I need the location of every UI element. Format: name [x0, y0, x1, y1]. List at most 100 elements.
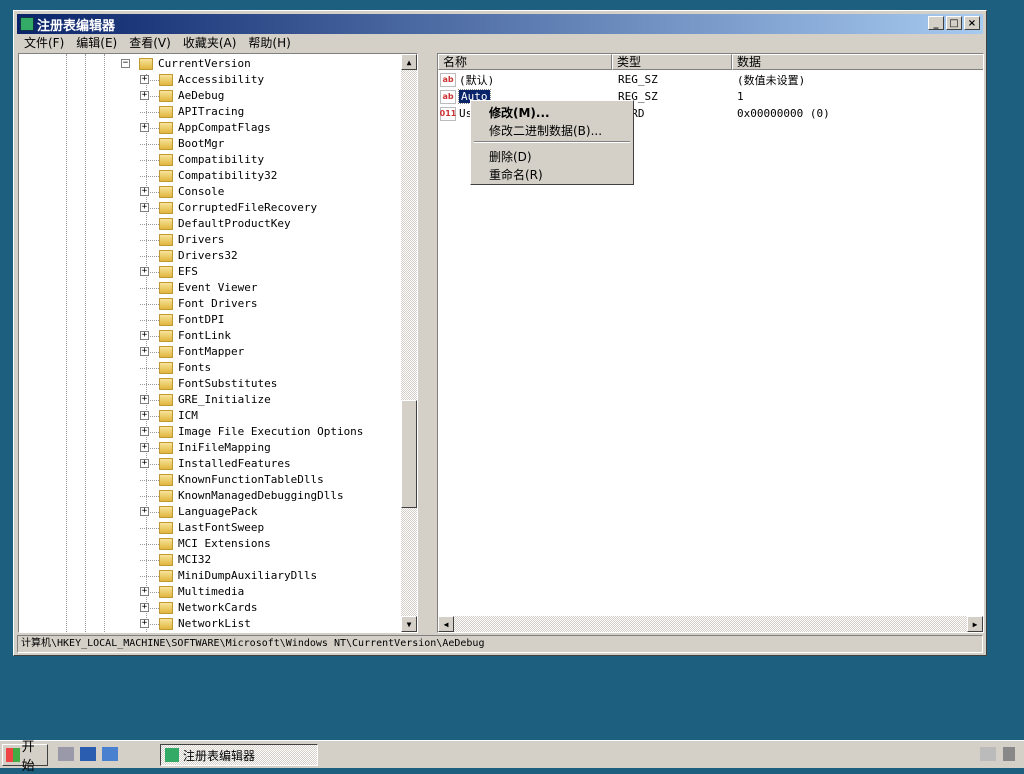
maximize-button[interactable]: □ [946, 16, 962, 30]
folder-icon [159, 90, 173, 102]
expand-icon[interactable]: + [140, 203, 149, 212]
server-manager-icon[interactable] [58, 747, 74, 761]
tree-node[interactable]: + FontMapper [140, 344, 244, 360]
tree-node[interactable]: + AppCompatFlags [140, 120, 271, 136]
folder-icon [139, 58, 153, 70]
expand-icon[interactable]: + [140, 331, 149, 340]
tree-node-currentversion[interactable]: − CurrentVersion [121, 56, 251, 72]
tree-node[interactable]: + CorruptedFileRecovery [140, 200, 317, 216]
tree-node[interactable]: LastFontSweep [140, 520, 264, 536]
tree-node[interactable]: Compatibility32 [140, 168, 277, 184]
tree-node[interactable]: Font Drivers [140, 296, 257, 312]
regedit-icon [165, 748, 179, 762]
tree-node[interactable]: Event Viewer [140, 280, 257, 296]
tree-node[interactable]: + GRE_Initialize [140, 392, 271, 408]
menu-item-modify-binary[interactable]: 修改二进制数据(B)... [489, 122, 602, 139]
menu-view[interactable]: 查看(V) [123, 35, 177, 51]
scroll-thumb[interactable] [401, 400, 417, 508]
tree-node[interactable]: + EFS [140, 264, 198, 280]
collapse-icon[interactable]: − [121, 59, 130, 68]
menu-file[interactable]: 文件(F) [18, 35, 70, 51]
explorer-icon[interactable] [102, 747, 118, 761]
tree-node[interactable]: + IniFileMapping [140, 440, 271, 456]
tree-node[interactable]: Compatibility [140, 152, 264, 168]
expand-icon[interactable]: + [140, 443, 149, 452]
folder-icon [159, 186, 173, 198]
tree-node[interactable]: + Image File Execution Options [140, 424, 363, 440]
tree-node[interactable]: + InstalledFeatures [140, 456, 291, 472]
tree-node[interactable]: + NetworkCards [140, 600, 257, 616]
tree-node[interactable]: KnownFunctionTableDlls [140, 472, 324, 488]
network-icon[interactable] [1003, 747, 1015, 761]
close-button[interactable]: × [964, 16, 980, 30]
menu-item-rename[interactable]: 重命名(R) [489, 166, 543, 183]
tree-node[interactable]: BootMgr [140, 136, 224, 152]
expand-icon[interactable]: + [140, 267, 149, 276]
tree-node[interactable]: + Multimedia [140, 584, 244, 600]
tree-node[interactable]: DefaultProductKey [140, 216, 291, 232]
folder-icon [159, 602, 173, 614]
expand-icon[interactable]: + [140, 619, 149, 628]
tree-node[interactable]: KnownManagedDebuggingDlls [140, 488, 344, 504]
tree-node[interactable]: MCI32 [140, 552, 211, 568]
tree-node[interactable]: MCI Extensions [140, 536, 271, 552]
folder-icon [159, 506, 173, 518]
tree-node[interactable]: + Accessibility [140, 72, 264, 88]
expand-icon[interactable]: + [140, 187, 149, 196]
scroll-right-button[interactable]: ▶ [967, 616, 983, 632]
tree-node[interactable]: Drivers32 [140, 248, 238, 264]
folder-icon [159, 234, 173, 246]
key-tree[interactable]: − CurrentVersion + Accessibility + AeDebug A… [18, 53, 418, 633]
expand-icon[interactable]: + [140, 459, 149, 468]
folder-icon [159, 538, 173, 550]
tree-node[interactable]: + LanguagePack [140, 504, 257, 520]
menu-item-modify[interactable]: 修改(M)... [489, 104, 550, 121]
menu-favorites[interactable]: 收藏夹(A) [177, 35, 243, 51]
folder-icon [159, 106, 173, 118]
tree-vertical-scrollbar[interactable]: ▲ ▼ [401, 54, 417, 632]
expand-icon[interactable]: + [140, 507, 149, 516]
expand-icon[interactable]: + [140, 427, 149, 436]
expand-icon[interactable]: + [140, 91, 149, 100]
menu-edit[interactable]: 编辑(E) [70, 35, 123, 51]
tree-node[interactable]: + Console [140, 184, 224, 200]
expand-icon[interactable]: + [140, 123, 149, 132]
folder-icon [159, 298, 173, 310]
list-horizontal-scrollbar[interactable]: ◀ ▶ [438, 616, 983, 632]
tree-node[interactable]: + FontLink [140, 328, 231, 344]
folder-icon [159, 138, 173, 150]
show-desktop-icon[interactable] [80, 747, 96, 761]
scroll-down-button[interactable]: ▼ [401, 616, 417, 632]
tree-node[interactable]: FontSubstitutes [140, 376, 277, 392]
scroll-left-button[interactable]: ◀ [438, 616, 454, 632]
expand-icon[interactable]: + [140, 347, 149, 356]
tree-node[interactable]: + ICM [140, 408, 198, 424]
tree-node[interactable]: MiniDumpAuxiliaryDlls [140, 568, 317, 584]
taskbar-button-regedit[interactable]: 注册表编辑器 [160, 744, 318, 766]
tree-node[interactable]: Fonts [140, 360, 211, 376]
column-header-data[interactable]: 数据 [732, 54, 983, 70]
tree-node[interactable]: + NetworkList [140, 616, 251, 632]
folder-icon [159, 410, 173, 422]
tree-node[interactable]: FontDPI [140, 312, 224, 328]
title-bar[interactable]: 注册表编辑器 _ □ × [17, 14, 983, 34]
minimize-button[interactable]: _ [928, 16, 944, 30]
expand-icon[interactable]: + [140, 395, 149, 404]
expand-icon[interactable]: + [140, 587, 149, 596]
expand-icon[interactable]: + [140, 75, 149, 84]
start-button[interactable]: 开始 [2, 740, 48, 774]
menu-help[interactable]: 帮助(H) [242, 35, 296, 51]
tree-node[interactable]: Drivers [140, 232, 224, 248]
expand-icon[interactable]: + [140, 603, 149, 612]
scroll-up-button[interactable]: ▲ [401, 54, 417, 70]
folder-icon [159, 362, 173, 374]
column-header-type[interactable]: 类型 [612, 54, 732, 70]
list-row[interactable]: ab (默认) REG_SZ (数值未设置) [440, 71, 980, 88]
tree-node[interactable]: APITracing [140, 104, 244, 120]
keyboard-icon[interactable] [980, 747, 996, 761]
expand-icon[interactable]: + [140, 411, 149, 420]
tree-node[interactable]: + AeDebug [140, 88, 224, 104]
regedit-icon [20, 17, 34, 31]
column-header-name[interactable]: 名称 [438, 54, 612, 70]
menu-item-delete[interactable]: 删除(D) [489, 148, 532, 165]
